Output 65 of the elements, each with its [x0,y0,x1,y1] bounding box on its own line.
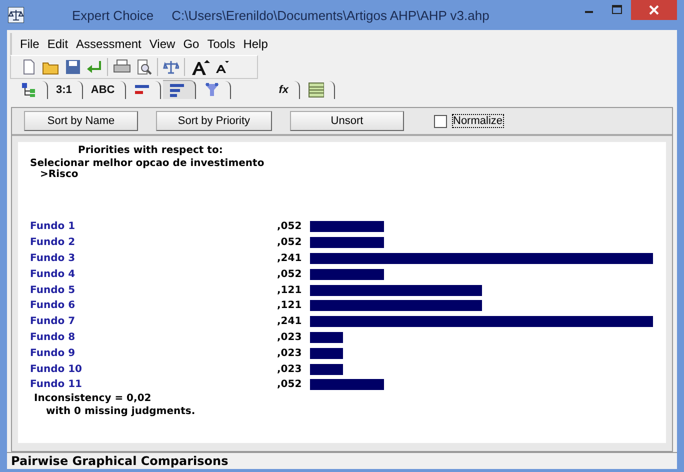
alternative-name: Fundo 4 [30,268,76,280]
new-file-icon[interactable] [21,59,37,75]
priority-value: ,052 [277,237,303,248]
menu-item[interactable]: View [149,37,176,51]
funnel-icon [204,82,220,98]
alternative-name: Fundo 3 [30,252,76,264]
priority-value: ,052 [277,221,303,232]
menu-item[interactable]: Assessment [76,37,142,51]
priority-value: ,023 [277,332,303,343]
node-label: >Risco [40,169,80,180]
priority-bar [310,332,343,343]
alternative-name: Fundo 2 [30,237,76,248]
sort-button[interactable]: Sort by Priority [156,111,272,131]
sort-button[interactable]: Sort by Name [24,111,138,131]
missing-judgments-label: with 0 missing judgments. [46,406,196,417]
priority-bar [310,364,343,375]
menu-item[interactable]: Edit [47,37,68,51]
table-icon [308,82,324,98]
font-smaller-icon[interactable] [215,60,229,74]
alternative-name: Fundo 6 [30,300,76,312]
close-icon [649,5,659,15]
menu-item[interactable]: Tools [207,37,236,51]
menu-item[interactable]: Go [183,37,200,51]
priority-value: ,241 [277,316,303,328]
priority-value: ,023 [277,348,303,359]
arrow-icon[interactable] [86,59,102,75]
report-heading: Priorities with respect to: [78,145,224,156]
maximize-icon [612,5,622,15]
normalize-checkbox[interactable] [434,114,447,128]
alternative-name: Fundo 5 [30,284,76,296]
menu-item[interactable]: File [20,37,40,51]
menu-item[interactable]: Help [243,37,268,51]
alternative-name: Fundo 8 [30,332,76,343]
scale-icon [8,7,24,23]
preview-icon[interactable] [136,59,152,75]
font-larger-icon[interactable] [190,58,210,76]
tree-icon [21,82,37,98]
tab[interactable]: 3:1 [50,81,83,99]
priority-value: ,052 [277,379,303,390]
priority-bar [310,348,343,359]
normalize-label[interactable]: Normalize [452,114,504,128]
alternative-name: Fundo 1 [30,221,76,232]
bar-chart-icon [168,82,185,98]
priority-value: ,121 [277,284,303,296]
priority-value: ,121 [277,300,303,312]
alternative-name: Fundo 10 [30,364,83,375]
tab[interactable]: fx [272,81,300,99]
tab[interactable]: ABC [84,81,126,99]
priority-value: ,052 [277,268,303,280]
save-icon[interactable] [65,59,81,75]
alternative-name: Fundo 7 [30,316,76,328]
alternative-name: Fundo 11 [30,379,83,390]
close-button[interactable] [631,0,677,20]
window-title: Expert Choice [72,8,154,22]
goal-label: Selecionar melhor opcao de investimento [30,158,266,169]
window-path: C:\Users\Erenildo\Documents\Artigos AHP\AHP v3.ahp [172,8,490,22]
priority-value: ,241 [277,252,303,264]
alternative-name: Fundo 9 [30,348,76,359]
printer-icon[interactable] [113,59,131,75]
inconsistency-label: Inconsistency = 0,02 [34,392,152,404]
status-bar: Pairwise Graphical Comparisons [7,452,677,469]
sort-button[interactable]: Unsort [290,111,404,131]
priority-value: ,023 [277,364,303,375]
tab[interactable] [162,80,196,99]
scale-icon[interactable] [163,59,179,75]
